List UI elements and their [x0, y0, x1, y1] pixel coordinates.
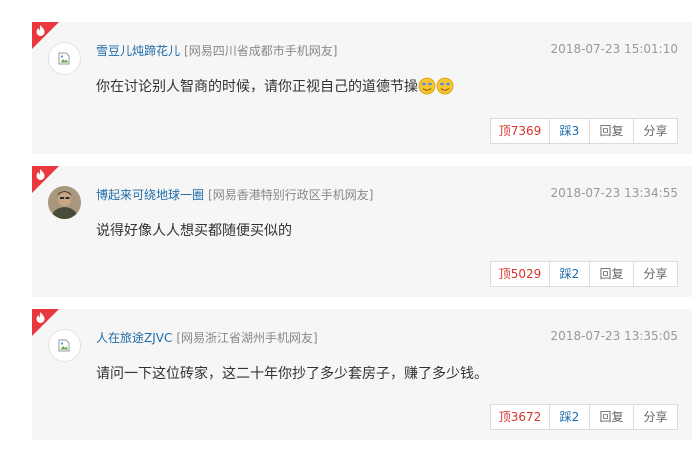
user-name-link[interactable]: 人在旅途ZJVC [96, 331, 172, 345]
comment-item: 博起来可绕地球一圈 [网易香港特别行政区手机网友] 2018-07-23 13:3… [32, 166, 692, 297]
upvote-button[interactable]: 顶5029 [491, 262, 549, 286]
comment-timestamp: 2018-07-23 15:01:10 [550, 42, 678, 56]
user-location: [网易香港特别行政区手机网友] [208, 188, 374, 202]
flame-icon [36, 25, 45, 36]
downvote-button[interactable]: 踩3 [549, 119, 589, 143]
flame-icon [36, 169, 45, 180]
comment-content: 说得好像人人想买都随便买似的 [96, 220, 292, 240]
downvote-button[interactable]: 踩2 [549, 405, 589, 429]
comment-item: 人在旅途ZJVC [网易浙江省湖州手机网友] 2018-07-23 13:35:0… [32, 309, 692, 440]
share-button[interactable]: 分享 [633, 262, 677, 286]
comment-text: 请问一下这位砖家，这二十年你抄了多少套房子，赚了多少钱。 [96, 366, 488, 382]
user-info: 人在旅途ZJVC [网易浙江省湖州手机网友] [96, 329, 318, 346]
upvote-button[interactable]: 顶7369 [491, 119, 549, 143]
share-button[interactable]: 分享 [633, 119, 677, 143]
comment-timestamp: 2018-07-23 13:34:55 [550, 186, 678, 200]
comment-actions: 顶5029 踩2 回复 分享 [490, 261, 678, 287]
comment-content: 你在讨论别人智商的时候，请你正视自己的道德节操 [96, 76, 454, 96]
comment-timestamp: 2018-07-23 13:35:05 [550, 329, 678, 343]
user-name-link[interactable]: 博起来可绕地球一圈 [96, 188, 204, 202]
comment-actions: 顶3672 踩2 回复 分享 [490, 404, 678, 430]
user-photo [48, 186, 81, 219]
flame-icon [36, 312, 45, 323]
avatar[interactable] [48, 186, 81, 219]
crying-laughing-emoji-icon [436, 77, 454, 95]
broken-image-icon [58, 339, 70, 352]
comment-text: 你在讨论别人智商的时候，请你正视自己的道德节操 [96, 79, 418, 95]
user-location: [网易四川省成都市手机网友] [184, 44, 338, 58]
avatar[interactable] [48, 42, 81, 75]
share-button[interactable]: 分享 [633, 405, 677, 429]
comment-actions: 顶7369 踩3 回复 分享 [490, 118, 678, 144]
avatar[interactable] [48, 329, 81, 362]
user-location: [网易浙江省湖州手机网友] [176, 331, 318, 345]
reply-button[interactable]: 回复 [589, 262, 633, 286]
broken-image-icon [58, 52, 70, 65]
crying-laughing-emoji-icon [418, 77, 436, 95]
comment-item: 雪豆儿炖蹄花儿 [网易四川省成都市手机网友] 2018-07-23 15:01:1… [32, 22, 692, 154]
comment-text: 说得好像人人想买都随便买似的 [96, 223, 292, 239]
user-name-link[interactable]: 雪豆儿炖蹄花儿 [96, 44, 180, 58]
reply-button[interactable]: 回复 [589, 405, 633, 429]
user-info: 雪豆儿炖蹄花儿 [网易四川省成都市手机网友] [96, 42, 337, 59]
comment-content: 请问一下这位砖家，这二十年你抄了多少套房子，赚了多少钱。 [96, 363, 488, 383]
user-info: 博起来可绕地球一圈 [网易香港特别行政区手机网友] [96, 186, 373, 203]
comment-list: 雪豆儿炖蹄花儿 [网易四川省成都市手机网友] 2018-07-23 15:01:1… [0, 0, 697, 451]
downvote-button[interactable]: 踩2 [549, 262, 589, 286]
upvote-button[interactable]: 顶3672 [491, 405, 549, 429]
reply-button[interactable]: 回复 [589, 119, 633, 143]
